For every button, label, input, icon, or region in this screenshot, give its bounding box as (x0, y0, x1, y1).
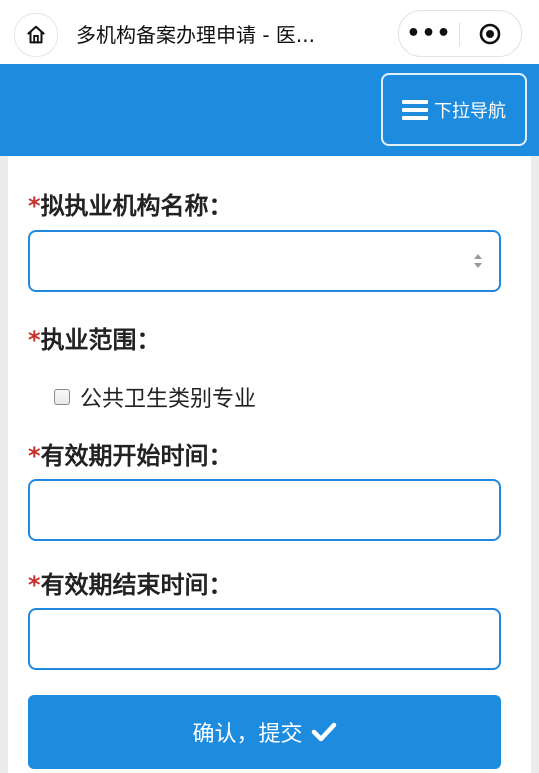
scope-checkbox[interactable] (54, 389, 70, 405)
submit-label: 确认，提交 (192, 722, 303, 747)
end-date-label-text: 有效期结束时间： (40, 571, 233, 599)
capsule-menu: ••• (398, 10, 522, 57)
page-title: 多机构备案办理申请 - 医... (76, 23, 316, 47)
home-button[interactable] (14, 13, 58, 57)
end-date-input[interactable] (28, 608, 501, 670)
content-border (0, 156, 8, 773)
scope-label-text: 执业范围： (40, 326, 161, 354)
scope-option-label: 公共卫生类别专业 (80, 387, 257, 412)
hamburger-icon (402, 99, 428, 120)
submit-button[interactable]: 确认，提交 (28, 695, 501, 769)
nav-toggle-button[interactable]: 下拉导航 (381, 73, 527, 146)
required-mark: * (28, 326, 41, 354)
start-date-label: *有效期开始时间： (28, 436, 233, 471)
home-icon (27, 25, 45, 44)
start-date-input[interactable] (28, 479, 501, 541)
scope-label: *执业范围： (28, 320, 161, 355)
page: 多机构备案办理申请 - 医... ••• 下拉导航 *拟执业机构名称： *执业范… (0, 0, 539, 773)
required-mark: * (28, 442, 41, 470)
target-close-icon (479, 23, 501, 44)
select-arrows-icon (474, 254, 482, 268)
content-border (531, 156, 539, 773)
start-date-label-text: 有效期开始时间： (40, 442, 233, 470)
scope-option[interactable]: 公共卫生类别专业 (54, 381, 256, 413)
required-mark: * (28, 571, 41, 599)
org-name-label: *拟执业机构名称： (28, 186, 233, 221)
end-date-label: *有效期结束时间： (28, 565, 233, 600)
app-header: 下拉导航 (0, 64, 539, 156)
mini-program-topbar: 多机构备案办理申请 - 医... ••• (0, 0, 539, 64)
nav-toggle-label: 下拉导航 (434, 100, 506, 122)
org-name-select[interactable] (28, 230, 501, 292)
close-button[interactable] (460, 11, 520, 56)
org-name-label-text: 拟执业机构名称： (40, 192, 233, 220)
checkmark-icon (311, 722, 336, 742)
more-button[interactable]: ••• (399, 11, 459, 56)
required-mark: * (28, 192, 41, 220)
